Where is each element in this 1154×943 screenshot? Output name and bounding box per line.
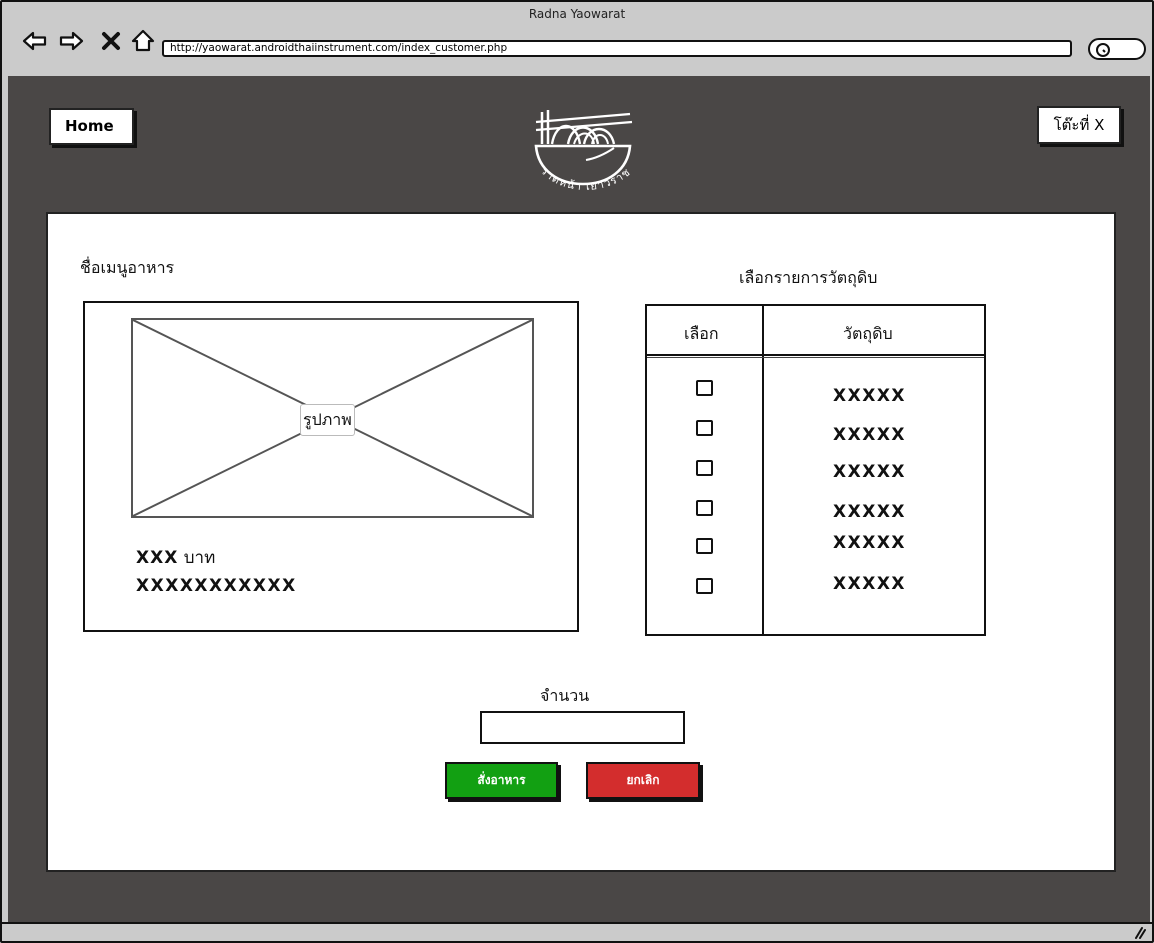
logo-text: ราดหน้า เยาวราช [538, 164, 632, 193]
table-header-divider [647, 354, 984, 356]
svg-text:ราดหน้า เยาวราช: ราดหน้า เยาวราช [538, 164, 633, 193]
forward-arrow-icon[interactable] [58, 28, 84, 54]
order-button[interactable]: สั่งอาหาร [445, 762, 558, 799]
price-unit: บาท [183, 548, 216, 568]
close-icon[interactable] [98, 28, 124, 54]
window-title: Radna Yaowarat [528, 7, 626, 21]
ingredient-name: XXXXX [833, 574, 907, 594]
menu-description: XXXXXXXXXXX [136, 576, 297, 596]
column-header-select: เลือก [684, 324, 719, 343]
menu-name-label: ชื่อเมนูอาหาร [80, 258, 175, 277]
ingredient-name: XXXXX [833, 425, 907, 445]
home-button[interactable]: Home [49, 108, 134, 145]
home-icon[interactable] [130, 28, 156, 54]
menu-price: XXX บาท [136, 544, 215, 571]
search-icon [1096, 43, 1110, 57]
column-header-ingredient: วัตถุดิบ [843, 324, 893, 343]
back-arrow-icon[interactable] [22, 28, 48, 54]
resize-grip-icon[interactable] [1130, 925, 1146, 939]
noodle-bowl-logo-icon: ราดหน้า เยาวราช [528, 100, 648, 200]
ingredient-name: XXXXX [833, 386, 907, 406]
status-bar [2, 922, 1152, 941]
ingredient-checkbox[interactable] [696, 460, 713, 476]
ingredient-name: XXXXX [833, 502, 907, 522]
ingredient-checkbox[interactable] [696, 420, 713, 436]
ingredient-name: XXXXX [833, 462, 907, 482]
ingredient-checkbox[interactable] [696, 538, 713, 554]
ingredients-title: เลือกรายการวัตถุดิบ [739, 268, 878, 287]
address-bar[interactable]: http://yaowarat.androidthaiinstrument.co… [162, 40, 1072, 57]
price-value: XXX [136, 548, 179, 568]
cancel-button[interactable]: ยกเลิก [586, 762, 700, 799]
image-label: รูปภาพ [300, 404, 355, 436]
quantity-input[interactable] [480, 711, 685, 744]
ingredient-checkbox[interactable] [696, 380, 713, 396]
table-number-button[interactable]: โต๊ะที่ X [1037, 106, 1121, 144]
table-header-divider [647, 357, 984, 358]
ingredient-checkbox[interactable] [696, 500, 713, 516]
ingredient-name: XXXXX [833, 533, 907, 553]
ingredient-checkbox[interactable] [696, 578, 713, 594]
search-button[interactable] [1088, 38, 1146, 60]
quantity-label: จำนวน [540, 686, 590, 705]
